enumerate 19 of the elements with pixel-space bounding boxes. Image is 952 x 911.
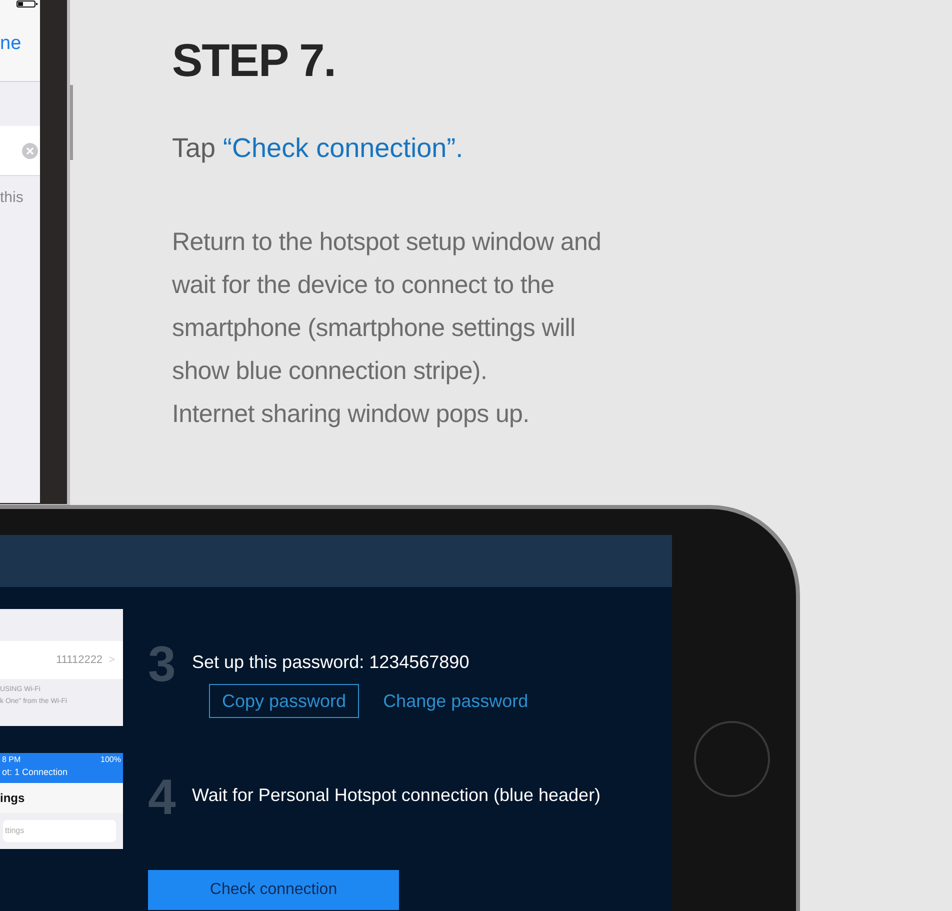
battery-icon (16, 0, 38, 8)
connection-text: ot: 1 Connection (2, 766, 69, 779)
screen-title: ings (0, 790, 25, 807)
clear-icon[interactable] (22, 142, 38, 158)
step-text: Set up this password: 1234567890 (192, 651, 470, 674)
copy-password-button[interactable]: Copy password (209, 684, 360, 718)
step-title: STEP 7. (172, 33, 336, 88)
change-password-link[interactable]: Change password (383, 688, 528, 714)
home-button[interactable] (694, 721, 770, 797)
status-time: 8 PM (2, 754, 21, 766)
chevron-icon: > (108, 652, 115, 668)
description-text: Return to the hotspot setup window and wait for the device to connect to the smartphone (smartphone settings will show blue connection stripe). Internet sharing window pops up. (172, 227, 602, 430)
search-field[interactable]: ttings (3, 820, 116, 842)
check-connection-button[interactable]: Check connection (148, 870, 399, 910)
battery-level: 100% (100, 754, 121, 766)
instruction-text: Tap “Check connection”. (172, 132, 464, 165)
password-value: 11112222 (56, 652, 103, 668)
step-text: Wait for Personal Hotspot connection (blue header) (192, 784, 601, 807)
footer-note: this (0, 189, 24, 206)
